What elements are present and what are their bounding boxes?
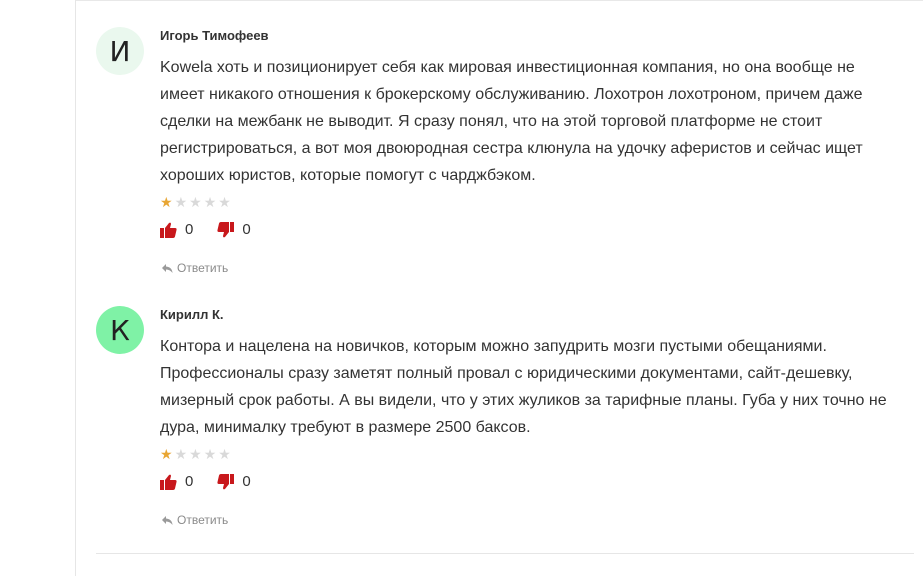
thumbs-down-icon <box>217 221 235 237</box>
dislike-count: 0 <box>242 473 251 490</box>
avatar: К <box>96 306 144 354</box>
comment-text: Kowela хоть и позиционирует себя как мир… <box>160 59 863 184</box>
star-icon: ★ <box>174 194 188 210</box>
like-count: 0 <box>185 473 194 490</box>
star-icon: ★ <box>160 446 173 462</box>
content-top-border <box>76 0 923 1</box>
vote-bar: 0 0 <box>160 221 275 238</box>
star-icon: ★ <box>218 446 231 462</box>
comment-author: Игорь Тимофеев <box>160 28 269 43</box>
avatar-letter: К <box>110 313 130 347</box>
star-icon: ★ <box>174 446 188 462</box>
thumbs-down-icon <box>217 473 235 489</box>
like-count: 0 <box>185 221 194 238</box>
rating-stars: ★ ★ ★ ★ ★ <box>160 195 231 209</box>
avatar: И <box>96 27 144 75</box>
reply-label: Ответить <box>177 261 229 275</box>
star-icon: ★ <box>189 446 202 462</box>
vote-bar: 0 0 <box>160 473 275 490</box>
reply-arrow-icon <box>162 515 173 525</box>
like-button[interactable]: 0 <box>160 473 193 490</box>
star-icon: ★ <box>189 194 202 210</box>
star-icon: ★ <box>203 194 217 210</box>
reply-label: Ответить <box>177 513 229 527</box>
content-left-border <box>75 0 76 576</box>
rating-stars: ★ ★ ★ ★ ★ <box>160 447 231 461</box>
star-icon: ★ <box>218 194 231 210</box>
reply-link[interactable]: Ответить <box>162 513 228 527</box>
reply-arrow-icon <box>162 263 173 273</box>
like-button[interactable]: 0 <box>160 221 193 238</box>
dislike-count: 0 <box>242 221 251 238</box>
thumbs-up-icon <box>160 474 177 490</box>
dislike-button[interactable]: 0 <box>217 473 251 490</box>
comment-author: Кирилл К. <box>160 307 224 322</box>
star-icon: ★ <box>203 446 217 462</box>
comments-divider <box>96 553 914 554</box>
reply-link[interactable]: Ответить <box>162 261 228 275</box>
avatar-letter: И <box>109 34 131 68</box>
star-icon: ★ <box>160 194 173 210</box>
dislike-button[interactable]: 0 <box>217 221 251 238</box>
comment-text: Контора и нацелена на новичков, которым … <box>160 338 887 436</box>
thumbs-up-icon <box>160 222 177 238</box>
